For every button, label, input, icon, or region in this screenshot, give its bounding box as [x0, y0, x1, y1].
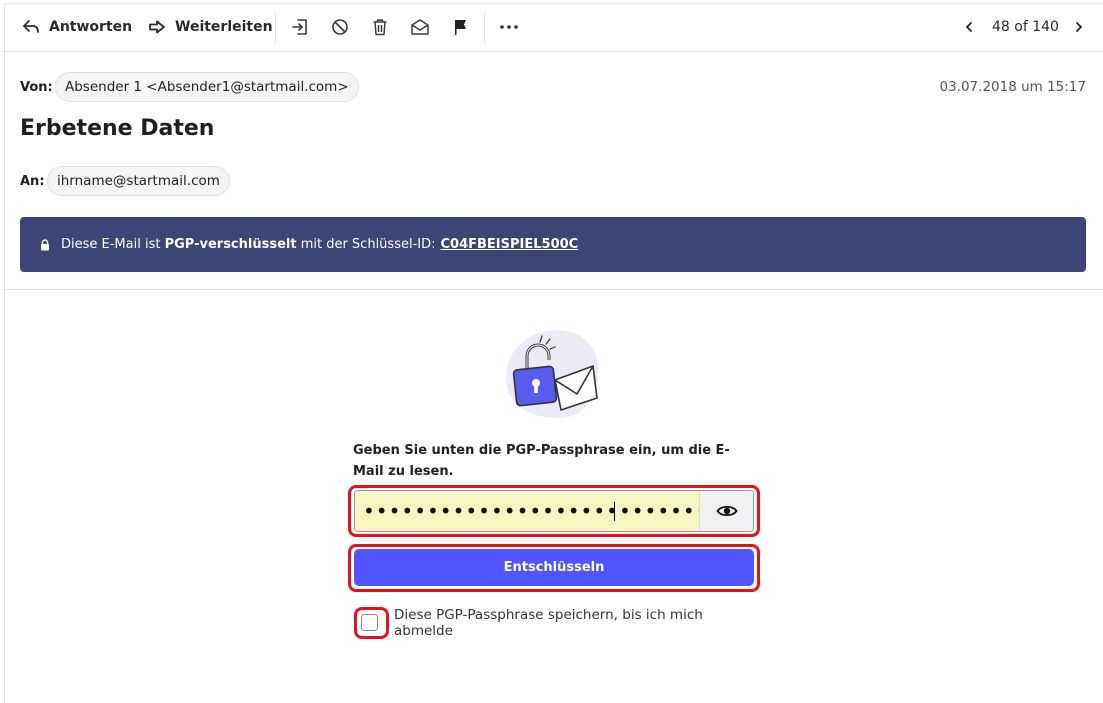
show-passphrase-button[interactable] [699, 491, 753, 531]
text-caret [614, 502, 615, 521]
eye-icon [715, 505, 738, 517]
pgp-encryption-banner: Diese E-Mail ist PGP-verschlüsselt mit d… [20, 217, 1086, 272]
to-label: An: [20, 174, 45, 189]
reply-button[interactable]: Antworten [22, 3, 132, 51]
key-id-link[interactable]: C04FBEISPIEL500C [441, 237, 579, 252]
header-divider [4, 289, 1103, 290]
next-message-button[interactable] [1067, 15, 1091, 39]
open-envelope-icon [411, 19, 429, 35]
flag-icon [455, 20, 466, 35]
passphrase-input[interactable]: ••••••••••••••••••••••••••• [355, 491, 708, 531]
toolbar: Antworten Weiterleiten 48 of 140 [4, 3, 1103, 52]
remember-passphrase-label[interactable]: Diese PGP-Passphrase speichern, bis ich … [394, 607, 744, 639]
recipient-chip[interactable]: ihrname@startmail.com [47, 166, 230, 196]
reply-label: Antworten [49, 19, 133, 35]
encrypted-mail-illustration [505, 330, 599, 418]
message-date: 03.07.2018 um 15:17 [939, 79, 1087, 95]
sender-chip[interactable]: Absender 1 <Absender1@startmail.com> [55, 72, 359, 102]
lock-icon [41, 238, 49, 250]
forward-button[interactable]: Weiterleiten [148, 3, 273, 51]
previous-message-button[interactable] [957, 15, 981, 39]
forward-icon [149, 20, 165, 34]
spam-button[interactable] [328, 15, 352, 39]
mark-unread-button[interactable] [408, 15, 432, 39]
passphrase-instruction: Geben Sie unten die PGP-Passphrase ein, … [353, 443, 730, 479]
toolbar-divider [275, 12, 276, 44]
block-icon [332, 19, 348, 35]
flag-button[interactable] [448, 15, 472, 39]
chevron-right-icon [1076, 22, 1082, 32]
move-button[interactable] [288, 15, 312, 39]
message-subject: Erbetene Daten [20, 116, 215, 141]
reply-icon [23, 20, 39, 33]
move-to-folder-icon [292, 19, 307, 35]
more-button[interactable] [497, 15, 521, 39]
chevron-left-icon [966, 22, 972, 32]
delete-button[interactable] [368, 15, 392, 39]
toolbar-divider-2 [484, 12, 485, 44]
passphrase-field: ••••••••••••••••••••••••••• [354, 490, 754, 532]
forward-label: Weiterleiten [175, 19, 273, 35]
trash-icon [373, 19, 387, 36]
banner-text-suffix: mit der Schlüssel-ID: [296, 237, 436, 252]
decrypt-button[interactable]: Entschlüsseln [354, 549, 754, 586]
banner-text-prefix: Diese E-Mail ist [61, 237, 165, 252]
message-counter: 48 of 140 [992, 19, 1059, 35]
remember-passphrase-checkbox[interactable] [361, 614, 378, 631]
banner-text-bold: PGP-verschlüsselt [164, 237, 297, 252]
from-label: Von: [20, 80, 53, 95]
more-icon [500, 25, 518, 29]
